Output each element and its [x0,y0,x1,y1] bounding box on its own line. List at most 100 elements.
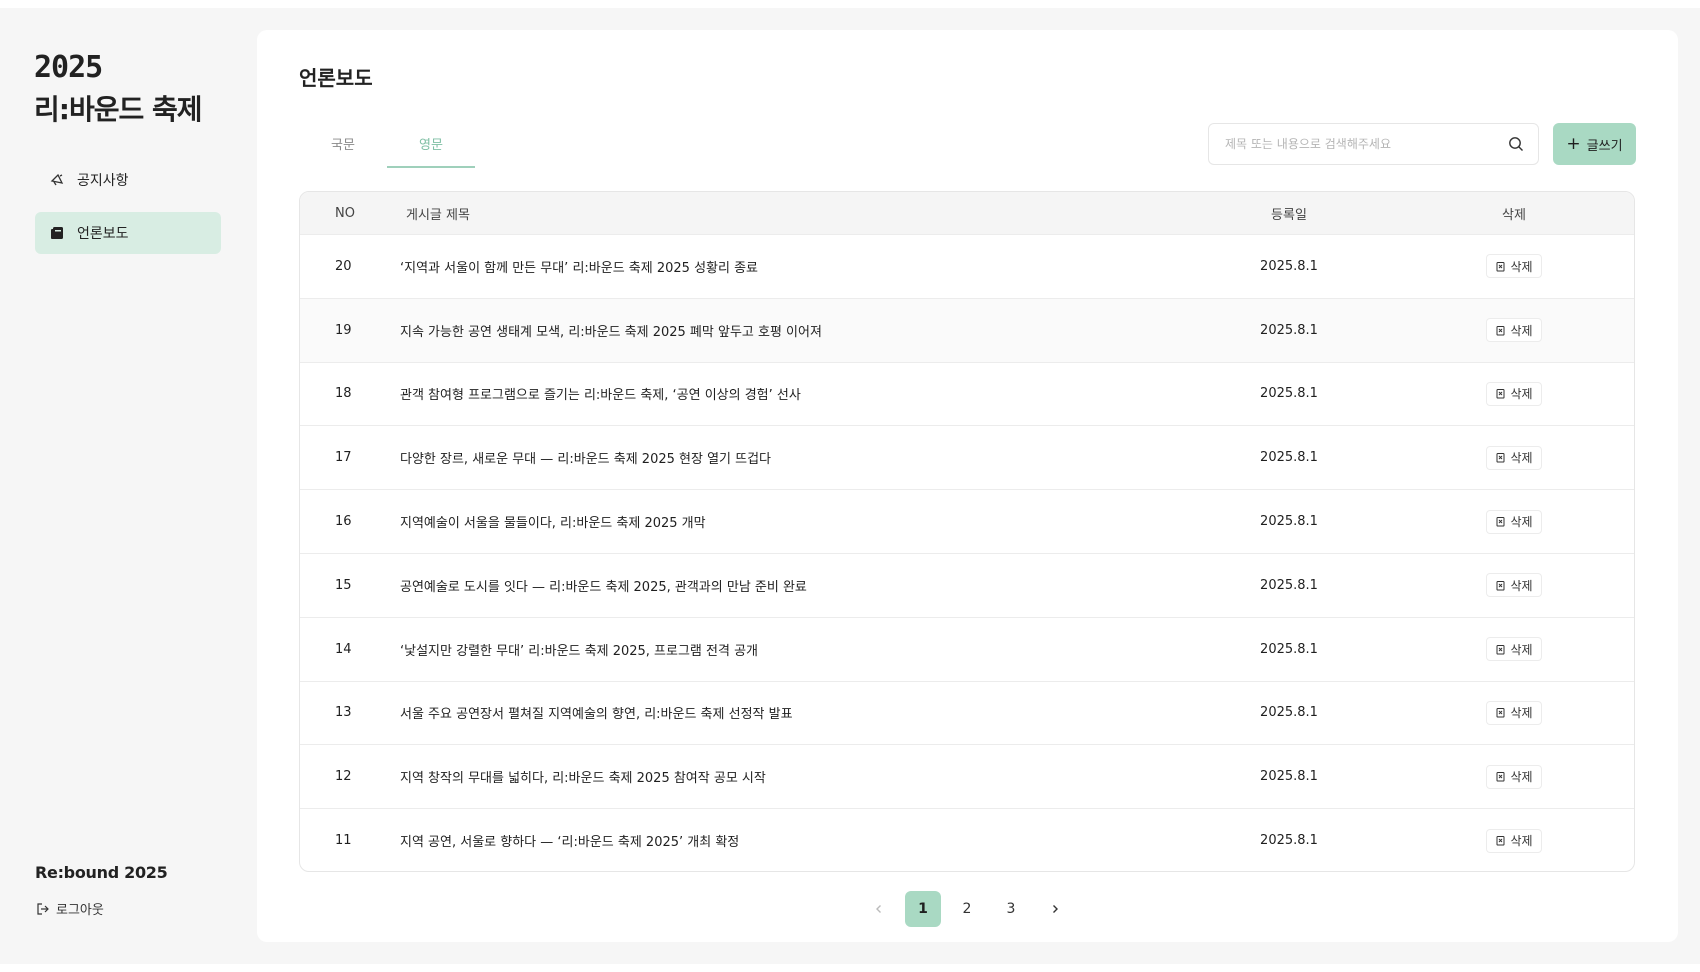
delete-button[interactable]: 삭제 [1486,828,1542,853]
header-delete: 삭제 [1502,207,1526,223]
row-date: 2025.8.1 [1260,577,1318,593]
delete-button[interactable]: 삭제 [1486,700,1542,725]
row-no: 16 [335,514,352,530]
header-no: NO [335,205,355,221]
row-no: 17 [335,450,352,466]
table-row[interactable]: 19 지속 가능한 공연 생태계 모색, 리:바운드 축제 2025 폐막 앞두… [300,297,1634,362]
row-no: 14 [335,641,352,657]
row-title[interactable]: ‘낯설지만 강렬한 무대’ 리:바운드 축제 2025, 프로그램 전격 공개 [400,640,1184,659]
tab-english[interactable]: 영문 [387,132,475,168]
chevron-right-icon [1053,905,1058,913]
row-no: 18 [335,386,352,402]
next-page-button[interactable] [1037,891,1073,927]
press-icon [47,223,67,243]
delete-label: 삭제 [1510,323,1533,338]
row-date: 2025.8.1 [1260,322,1318,338]
logout-button[interactable]: 로그아웃 [36,899,104,918]
delete-button[interactable]: 삭제 [1486,764,1542,789]
sidebar-item-label: 언론보도 [77,226,129,242]
row-no: 19 [335,322,352,338]
delete-label: 삭제 [1510,451,1533,466]
trash-icon [1495,452,1506,463]
delete-button[interactable]: 삭제 [1486,445,1542,470]
search-icon[interactable] [1508,136,1524,152]
sidebar-nav: 공지사항 언론보도 [35,159,221,265]
write-button[interactable]: + 글쓰기 [1553,123,1636,165]
table-row[interactable]: 18 관객 참여형 프로그램으로 즐기는 리:바운드 축제, ‘공연 이상의 경… [300,361,1634,426]
delete-label: 삭제 [1510,259,1533,274]
row-no: 12 [335,769,352,785]
trash-icon [1495,771,1506,782]
table-header: NO 게시글 제목 등록일 삭제 [300,192,1634,234]
delete-button[interactable]: 삭제 [1486,254,1542,279]
plus-icon: + [1566,133,1581,154]
main-panel: 언론보도 국문 영문 + 글쓰기 NO 게시글 제목 등록일 삭제 [257,30,1678,942]
pagination: 1 2 3 [857,891,1077,927]
table-row[interactable]: 13 서울 주요 공연장서 펼쳐질 지역예술의 향연, 리:바운드 축제 선정작… [300,680,1634,745]
prev-page-button[interactable] [861,891,897,927]
row-title[interactable]: 공연예술로 도시를 잇다 — 리:바운드 축제 2025, 관객과의 만남 준비… [400,576,1184,595]
page-title: 언론보도 [299,66,373,90]
row-title[interactable]: 지역예술이 서울을 물들이다, 리:바운드 축제 2025 개막 [400,512,1184,531]
row-title[interactable]: 관객 참여형 프로그램으로 즐기는 리:바운드 축제, ‘공연 이상의 경험’ … [400,384,1184,403]
row-date: 2025.8.1 [1260,705,1318,721]
header-title: 게시글 제목 [406,207,470,223]
table-row[interactable]: 16 지역예술이 서울을 물들이다, 리:바운드 축제 2025 개막 2025… [300,489,1634,553]
row-date: 2025.8.1 [1260,641,1318,657]
trash-icon [1495,580,1506,591]
row-date: 2025.8.1 [1260,769,1318,785]
sidebar: 2025 리:바운드 축제 공지사항 언론보도 Re:bound 2025 로그… [0,8,257,964]
row-no: 13 [335,705,352,721]
sidebar-item-label: 공지사항 [77,173,129,189]
row-date: 2025.8.1 [1260,514,1318,530]
search-input[interactable] [1225,137,1508,151]
row-title[interactable]: 다양한 장르, 새로운 무대 — 리:바운드 축제 2025 현장 열기 뜨겁다 [400,448,1184,467]
table-row[interactable]: 11 지역 공연, 서울로 향하다 — ‘리:바운드 축제 2025’ 개최 확… [300,808,1634,871]
row-title[interactable]: 서울 주요 공연장서 펼쳐질 지역예술의 향연, 리:바운드 축제 선정작 발표 [400,703,1184,722]
sidebar-item-press[interactable]: 언론보도 [35,212,221,254]
row-no: 20 [335,258,352,274]
trash-icon [1495,707,1506,718]
chevron-left-icon [876,905,881,913]
delete-button[interactable]: 삭제 [1486,381,1542,406]
row-title[interactable]: 지역 공연, 서울로 향하다 — ‘리:바운드 축제 2025’ 개최 확정 [400,831,1184,850]
megaphone-icon [47,170,67,190]
table-row[interactable]: 15 공연예술로 도시를 잇다 — 리:바운드 축제 2025, 관객과의 만남… [300,552,1634,617]
row-title[interactable]: 지속 가능한 공연 생태계 모색, 리:바운드 축제 2025 폐막 앞두고 호… [400,321,1184,340]
row-title[interactable]: 지역 창작의 무대를 넓히다, 리:바운드 축제 2025 참여작 공모 시작 [400,767,1184,786]
brand-name: Re:bound 2025 [35,863,168,882]
tab-korean[interactable]: 국문 [299,132,387,168]
delete-label: 삭제 [1510,578,1533,593]
table-row[interactable]: 17 다양한 장르, 새로운 무대 — 리:바운드 축제 2025 현장 열기 … [300,425,1634,489]
delete-label: 삭제 [1510,706,1533,721]
page-button-1[interactable]: 1 [905,891,941,927]
language-tabs: 국문 영문 [299,132,475,168]
row-title[interactable]: ‘지역과 서울이 함께 만든 무대’ 리:바운드 축제 2025 성황리 종료 [400,257,1184,276]
table-row[interactable]: 20 ‘지역과 서울이 함께 만든 무대’ 리:바운드 축제 2025 성황리 … [300,234,1634,298]
trash-icon [1495,325,1506,336]
logout-label: 로그아웃 [56,903,104,918]
row-no: 15 [335,577,352,593]
row-date: 2025.8.1 [1260,833,1318,849]
delete-label: 삭제 [1510,834,1533,849]
delete-button[interactable]: 삭제 [1486,318,1542,343]
header-date: 등록일 [1271,207,1307,223]
delete-button[interactable]: 삭제 [1486,637,1542,662]
search-box [1208,123,1539,165]
table-row[interactable]: 14 ‘낯설지만 강렬한 무대’ 리:바운드 축제 2025, 프로그램 전격 … [300,616,1634,681]
logo-title: 리:바운드 축제 [34,93,203,126]
press-table: NO 게시글 제목 등록일 삭제 20 ‘지역과 서울이 함께 만든 무대’ 리… [299,191,1635,872]
trash-icon [1495,835,1506,846]
delete-button[interactable]: 삭제 [1486,509,1542,534]
trash-icon [1495,644,1506,655]
page-button-2[interactable]: 2 [949,891,985,927]
page-button-3[interactable]: 3 [993,891,1029,927]
sidebar-item-notice[interactable]: 공지사항 [35,159,221,201]
logo-year: 2025 [34,50,103,85]
delete-button[interactable]: 삭제 [1486,573,1542,598]
row-date: 2025.8.1 [1260,386,1318,402]
delete-label: 삭제 [1510,642,1533,657]
row-date: 2025.8.1 [1260,450,1318,466]
table-row[interactable]: 12 지역 창작의 무대를 넓히다, 리:바운드 축제 2025 참여작 공모 … [300,744,1634,808]
row-no: 11 [335,833,352,849]
